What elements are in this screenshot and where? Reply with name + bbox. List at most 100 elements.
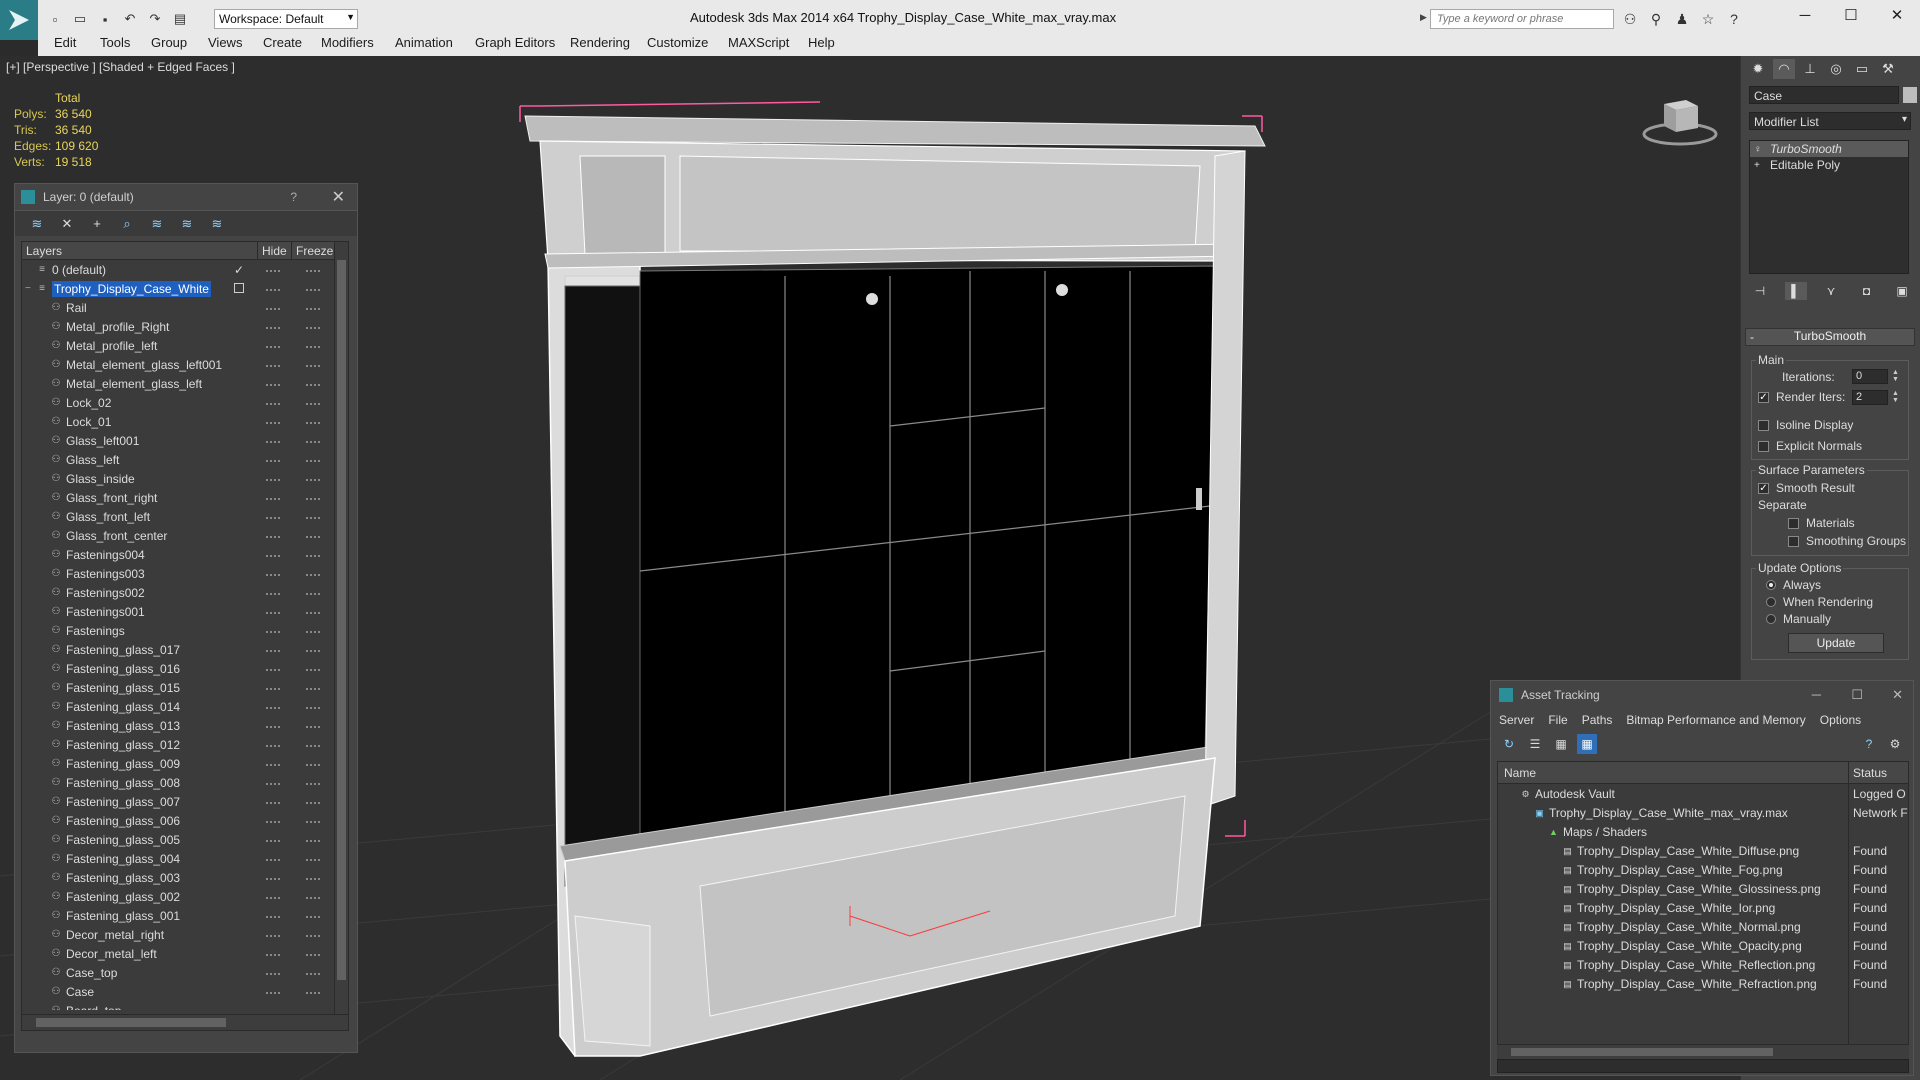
layer-object-row[interactable]: ⚇ Fastenings002 [22, 583, 348, 602]
freeze-toggle[interactable] [306, 384, 320, 386]
hide-toggle[interactable] [266, 498, 280, 500]
refresh-icon[interactable]: ↻ [1499, 734, 1519, 754]
freeze-toggle[interactable] [306, 973, 320, 975]
users-icon[interactable]: ♟ [1672, 9, 1692, 29]
asset-row[interactable]: ▤ Trophy_Display_Case_White_Fog.png Found [1498, 860, 1908, 879]
hide-toggle[interactable] [266, 403, 280, 405]
object-name-field[interactable]: Case [1749, 86, 1899, 104]
freeze-toggle[interactable] [306, 327, 320, 329]
hide-toggle[interactable] [266, 631, 280, 633]
scroll-thumb[interactable] [1511, 1048, 1773, 1056]
freeze-toggle[interactable] [306, 479, 320, 481]
asset-row[interactable]: ⚙ Autodesk Vault Logged O [1498, 784, 1908, 803]
layer-row[interactable]: − ≡ Trophy_Display_Case_White [22, 279, 348, 298]
layer-object-row[interactable]: ⚇ Fastening_glass_001 [22, 906, 348, 925]
hide-toggle[interactable] [266, 707, 280, 709]
hide-toggle[interactable] [266, 422, 280, 424]
help-icon[interactable]: ? [1859, 734, 1879, 754]
add-to-layer-icon[interactable]: + [87, 214, 107, 234]
update-manually-radio[interactable]: Manually [1766, 612, 1831, 626]
freeze-toggle[interactable] [306, 536, 320, 538]
layer-object-row[interactable]: ⚇ Fastenings001 [22, 602, 348, 621]
hide-toggle[interactable] [266, 973, 280, 975]
layer-object-row[interactable]: ⚇ Lock_01 [22, 412, 348, 431]
layer-object-row[interactable]: ⚇ Glass_front_left [22, 507, 348, 526]
new-file-icon[interactable]: ▫ [44, 8, 66, 30]
separate-materials-checkbox[interactable]: Materials [1788, 516, 1855, 530]
freeze-toggle[interactable] [306, 954, 320, 956]
freeze-toggle[interactable] [306, 403, 320, 405]
redo-icon[interactable]: ↷ [144, 8, 166, 30]
freeze-toggle[interactable] [306, 916, 320, 918]
hide-toggle[interactable] [266, 612, 280, 614]
hide-toggle[interactable] [266, 346, 280, 348]
col-status[interactable]: Status [1853, 766, 1887, 780]
table-view-icon[interactable]: ▦ [1577, 734, 1597, 754]
hide-toggle[interactable] [266, 536, 280, 538]
spinner-arrows-icon[interactable]: ▲ ▼ [1892, 369, 1899, 383]
asset-row[interactable]: ▣ Trophy_Display_Case_White_max_vray.max N… [1498, 803, 1908, 822]
menu-graph-editors[interactable]: Graph Editors [475, 35, 555, 50]
freeze-toggle[interactable] [306, 289, 320, 291]
freeze-toggle[interactable] [306, 517, 320, 519]
layer-object-row[interactable]: ⚇ Glass_left [22, 450, 348, 469]
object-color-swatch[interactable] [1903, 87, 1917, 103]
layer-object-row[interactable]: ⚇ Fastening_glass_015 [22, 678, 348, 697]
hide-toggle[interactable] [266, 517, 280, 519]
layer-object-row[interactable]: ⚇ Fastening_glass_014 [22, 697, 348, 716]
asset-row[interactable]: ▤ Trophy_Display_Case_White_Reflection.pn… [1498, 955, 1908, 974]
freeze-toggle[interactable] [306, 441, 320, 443]
iterations-spinner[interactable]: 0 [1852, 369, 1888, 384]
col-name[interactable]: Name [1504, 766, 1536, 780]
delete-layer-icon[interactable]: ✕ [57, 214, 77, 234]
layer-object-row[interactable]: ⚇ Glass_front_right [22, 488, 348, 507]
freeze-toggle[interactable] [306, 631, 320, 633]
menu-modifiers[interactable]: Modifiers [321, 35, 374, 50]
asset-row[interactable]: ▤ Trophy_Display_Case_White_Glossiness.pn… [1498, 879, 1908, 898]
menu-customize[interactable]: Customize [647, 35, 708, 50]
asset-row[interactable]: ▤ Trophy_Display_Case_White_Opacity.png Fo… [1498, 936, 1908, 955]
hide-toggle[interactable] [266, 669, 280, 671]
close-icon[interactable]: ✕ [1892, 687, 1903, 703]
freeze-toggle[interactable] [306, 593, 320, 595]
update-when-rendering-radio[interactable]: When Rendering [1766, 595, 1873, 609]
layer-object-row[interactable]: ⚇ Metal_profile_Right [22, 317, 348, 336]
hide-toggle[interactable] [266, 441, 280, 443]
hide-toggle[interactable] [266, 764, 280, 766]
minimize-icon[interactable]: ─ [1812, 687, 1821, 702]
close-icon[interactable]: ✕ [332, 187, 345, 207]
freeze-toggle[interactable] [306, 745, 320, 747]
hide-toggle[interactable] [266, 840, 280, 842]
lightbulb-icon[interactable]: ♀ [1754, 144, 1764, 155]
freeze-toggle[interactable] [306, 574, 320, 576]
layer-object-row[interactable]: ⚇ Board_top [22, 1001, 348, 1011]
project-folder-icon[interactable]: ▤ [169, 8, 191, 30]
layer-object-row[interactable]: ⚇ Decor_metal_left [22, 944, 348, 963]
freeze-toggle[interactable] [306, 859, 320, 861]
layer-window-titlebar[interactable]: Layer: 0 (default) ? ✕ [15, 184, 357, 210]
menu-options[interactable]: Options [1820, 713, 1861, 727]
menu-animation[interactable]: Animation [395, 35, 453, 50]
vertical-scrollbar[interactable] [334, 242, 348, 1030]
freeze-toggle[interactable] [306, 650, 320, 652]
explicit-normals-checkbox[interactable]: Explicit Normals [1758, 439, 1862, 453]
freeze-toggle[interactable] [306, 498, 320, 500]
maximize-icon[interactable]: ☐ [1851, 687, 1863, 703]
layer-row[interactable]: ≡ 0 (default) ✓ [22, 260, 348, 279]
asset-row[interactable]: ▤ Trophy_Display_Case_White_Refraction.pn… [1498, 974, 1908, 993]
binoculars-icon[interactable]: ⚇ [1620, 9, 1640, 29]
hide-toggle[interactable] [266, 574, 280, 576]
expand-icon[interactable]: + [1754, 160, 1764, 171]
hide-toggle[interactable] [266, 460, 280, 462]
save-file-icon[interactable]: ▪ [94, 8, 116, 30]
hide-toggle[interactable] [266, 270, 280, 272]
freeze-toggle[interactable] [306, 840, 320, 842]
freeze-toggle[interactable] [306, 802, 320, 804]
freeze-toggle[interactable] [306, 612, 320, 614]
col-hide[interactable]: Hide [258, 242, 292, 259]
undo-icon[interactable]: ↶ [119, 8, 141, 30]
hide-toggle[interactable] [266, 897, 280, 899]
hide-toggle[interactable] [266, 745, 280, 747]
menu-edit[interactable]: Edit [54, 35, 76, 50]
menu-server[interactable]: Server [1499, 713, 1534, 727]
